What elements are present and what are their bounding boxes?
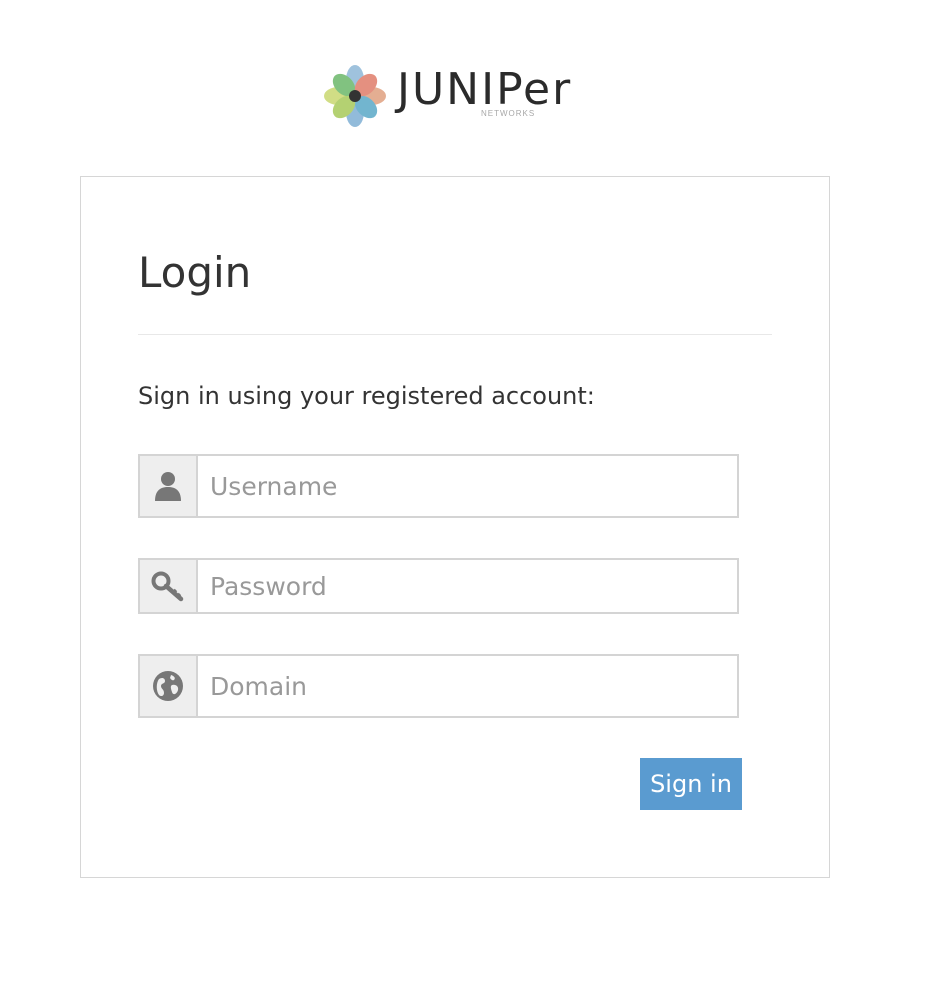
login-panel: Login Sign in using your registered acco… <box>80 176 830 878</box>
key-icon <box>151 571 184 602</box>
login-subtitle: Sign in using your registered account: <box>138 382 595 410</box>
page-title: Login <box>138 248 252 297</box>
domain-field <box>138 654 739 718</box>
username-input[interactable] <box>198 456 737 516</box>
password-input[interactable] <box>198 560 737 612</box>
networks-wordmark: NETWORKS <box>481 109 536 118</box>
divider <box>138 334 772 335</box>
juniper-logo: JUNIPer NETWORKS <box>323 62 583 130</box>
juniper-flower-icon <box>324 65 386 127</box>
username-addon <box>140 456 198 516</box>
password-addon <box>140 560 198 612</box>
domain-input[interactable] <box>198 656 737 716</box>
sign-in-button[interactable]: Sign in <box>640 758 742 810</box>
globe-icon <box>153 671 183 701</box>
username-field <box>138 454 739 518</box>
password-field <box>138 558 739 614</box>
domain-addon <box>140 656 198 716</box>
user-icon <box>155 472 181 501</box>
